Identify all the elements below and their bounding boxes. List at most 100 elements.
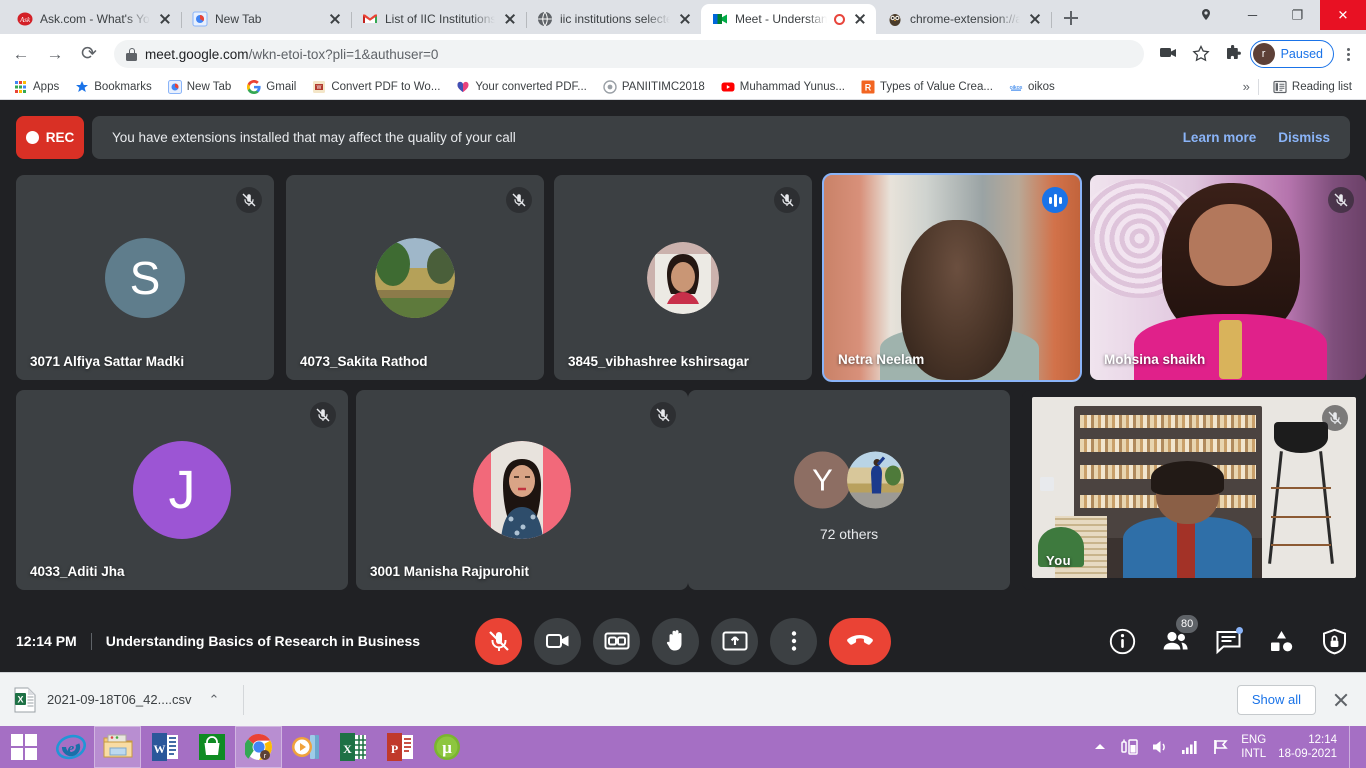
bookmark-item-convert-pdf[interactable]: W Convert PDF to Wo... [306, 78, 446, 96]
minimize-button[interactable]: ─ [1230, 0, 1275, 30]
participant-tile-manisha[interactable]: 3001 Manisha Rajpurohit [356, 390, 688, 590]
learn-more-link[interactable]: Learn more [1183, 130, 1257, 145]
close-window-button[interactable]: ✕ [1320, 0, 1366, 30]
tab-title: Ask.com - What's Your Q [40, 12, 150, 26]
forward-button[interactable]: → [40, 39, 70, 69]
bookmark-item-converted-pdf[interactable]: Your converted PDF... [450, 78, 592, 96]
chrome-button[interactable]: r [235, 726, 282, 768]
browser-tab-0[interactable]: Ask Ask.com - What's Your Q [6, 4, 182, 34]
profile-pin-icon[interactable] [1196, 6, 1216, 26]
media-cast-icon[interactable] [1154, 39, 1184, 69]
chevron-up-icon[interactable]: ⌃ [203, 692, 226, 708]
captions-button[interactable] [593, 617, 640, 665]
file-explorer-button[interactable] [94, 726, 141, 768]
recording-badge: REC [16, 116, 84, 159]
bookmark-item-muhammad-yunus[interactable]: Muhammad Yunus... [715, 78, 851, 96]
utorrent-button[interactable]: µ [423, 726, 470, 768]
media-player-button[interactable] [282, 726, 329, 768]
participants-button[interactable]: 80 [1162, 614, 1199, 655]
language-indicator[interactable]: ENG INTL [1241, 733, 1266, 762]
bookmark-item-gmail[interactable]: Gmail [241, 78, 302, 96]
activities-button[interactable] [1268, 628, 1295, 655]
reading-list-icon [1273, 80, 1287, 94]
microphone-off-button[interactable] [475, 617, 522, 665]
participant-tile-vibhashree[interactable]: 3845_vibhashree kshirsagar [554, 175, 812, 380]
mic-off-icon [650, 402, 676, 428]
excel-button[interactable]: X [329, 726, 376, 768]
microsoft-store-button[interactable] [188, 726, 235, 768]
svg-text:e: e [68, 741, 75, 757]
new-tab-button[interactable] [1057, 4, 1085, 32]
chat-button[interactable] [1215, 626, 1243, 655]
more-options-button[interactable] [770, 617, 817, 665]
mic-off-icon [310, 402, 336, 428]
action-center-flag-icon[interactable] [1211, 738, 1229, 756]
svg-text:W: W [154, 742, 166, 756]
camera-button[interactable] [534, 617, 581, 665]
reading-list-button[interactable]: Reading list [1267, 78, 1358, 96]
meet-control-bar: 12:14 PM Understanding Basics of Researc… [0, 610, 1366, 672]
close-tab-icon[interactable] [1027, 11, 1043, 27]
toolbar-actions: r Paused [1154, 39, 1360, 69]
powerpoint-button[interactable]: P [376, 726, 423, 768]
extensions-icon[interactable] [1218, 39, 1248, 69]
downloads-bar-right: Show all [1236, 684, 1352, 715]
bookmark-label: Types of Value Crea... [880, 80, 993, 93]
show-desktop-button[interactable] [1349, 726, 1356, 768]
close-tab-icon[interactable] [502, 11, 518, 27]
usb-battery-icon[interactable] [1121, 738, 1139, 756]
bookmark-item-paniitimc2018[interactable]: PANIITIMC2018 [597, 78, 711, 96]
close-tab-icon[interactable] [677, 11, 693, 27]
participant-tile-alfiya[interactable]: S 3071 Alfiya Sattar Madki [16, 175, 274, 380]
network-signal-icon[interactable] [1181, 738, 1199, 756]
chrome-menu-button[interactable] [1336, 39, 1360, 69]
participant-tile-aditi[interactable]: J 4033_Aditi Jha [16, 390, 348, 590]
clock[interactable]: 12:14 18-09-2021 [1278, 733, 1337, 762]
show-all-downloads-button[interactable]: Show all [1236, 684, 1316, 715]
participant-tile-netra[interactable]: Netra Neelam [822, 173, 1082, 382]
volume-icon[interactable] [1151, 738, 1169, 756]
close-downloads-bar-button[interactable] [1330, 689, 1352, 711]
download-item[interactable]: X 2021-09-18T06_42....csv ⌃ [14, 687, 225, 713]
bookmarks-overflow-icon[interactable]: » [1243, 79, 1250, 94]
start-button[interactable] [0, 726, 47, 768]
bookmark-item-types-of-value[interactable]: R Types of Value Crea... [855, 78, 999, 96]
bookmark-star-icon[interactable] [1186, 39, 1216, 69]
bookmark-item-new-tab[interactable]: New Tab [162, 78, 238, 96]
close-tab-icon[interactable] [327, 11, 343, 27]
record-dot-icon [25, 131, 39, 144]
meeting-details-button[interactable] [1109, 628, 1136, 655]
close-tab-icon[interactable] [852, 11, 868, 27]
present-now-button[interactable] [711, 617, 758, 665]
bookmark-item-bookmarks[interactable]: Bookmarks [69, 78, 158, 96]
avatar: J [133, 441, 231, 539]
reload-button[interactable]: ⟳ [74, 39, 104, 69]
raise-hand-button[interactable] [652, 617, 699, 665]
participant-tile-sakita[interactable]: 4073_Sakita Rathod [286, 175, 544, 380]
browser-tab-5[interactable]: chrome-extension://app [876, 4, 1052, 34]
pin-icon[interactable] [1040, 476, 1054, 491]
profile-chip[interactable]: r Paused [1249, 40, 1334, 68]
close-tab-icon[interactable] [157, 11, 173, 27]
secondary-controls: 80 [1109, 614, 1348, 655]
show-hidden-icons-button[interactable] [1091, 738, 1109, 756]
browser-tab-2[interactable]: List of IIC Institutions Se [351, 4, 527, 34]
participant-tile-others[interactable]: Y 72 others [688, 390, 1010, 590]
host-controls-button[interactable] [1321, 628, 1348, 655]
bookmark-item-apps[interactable]: Apps [8, 78, 65, 96]
browser-tab-1[interactable]: New Tab [181, 4, 352, 34]
internet-explorer-button[interactable]: e [47, 726, 94, 768]
browser-tab-4-active[interactable]: Meet - Understand [701, 4, 876, 34]
word-button[interactable]: W [141, 726, 188, 768]
participant-tile-mohsina[interactable]: Mohsina shaikh [1090, 175, 1366, 380]
address-bar[interactable]: meet.google.com/wkn-etoi-tox?pli=1&authu… [114, 40, 1144, 68]
maximize-button[interactable]: ❐ [1275, 0, 1320, 30]
browser-tab-3[interactable]: iic institutions selected a [526, 4, 702, 34]
bookmark-item-oikos[interactable]: oikos oikos [1003, 78, 1061, 96]
video-stream-self [1032, 397, 1356, 578]
participant-tile-self[interactable]: You [1022, 390, 1366, 590]
back-button[interactable]: ← [6, 39, 36, 69]
heart-icon [456, 80, 470, 94]
leave-call-button[interactable] [829, 617, 891, 665]
dismiss-button[interactable]: Dismiss [1278, 130, 1330, 145]
